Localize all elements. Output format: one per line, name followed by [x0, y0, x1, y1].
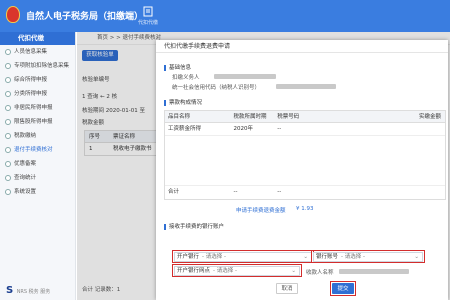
dialog-title: 代扣代缴手续费退费申请 — [156, 40, 448, 53]
table-row: 工资薪金所得 2020年 -- — [165, 123, 445, 136]
sidebar-item-refund-check[interactable]: 退付手续费核对 — [0, 143, 75, 157]
nonresident-icon — [5, 105, 11, 111]
stock-icon — [5, 119, 11, 125]
sidebar-item-categorized[interactable]: 分类所得申报 — [0, 87, 75, 101]
tax-emblem-logo — [6, 6, 20, 23]
toolbar-label: 代扣代缴 — [137, 20, 158, 26]
category-icon — [5, 91, 11, 97]
sidebar-item-restricted-stock[interactable]: 限售股所得申报 — [0, 115, 75, 129]
document-icon — [143, 6, 153, 17]
table-empty-space — [165, 136, 445, 186]
title-bar: 自然人电子税务局（扣缴端） 代扣代缴 — [0, 0, 450, 32]
sidebar-item-personnel[interactable]: 人员信息采集 — [0, 45, 75, 59]
footer-logo: S NRS 税务 服务 — [6, 285, 51, 296]
person-icon — [5, 49, 11, 55]
bank-account-select[interactable]: 银行账号 - 请选择 - ⌄ — [313, 252, 423, 262]
refund-dialog: 代扣代缴手续费退费申请 基础信息 扣缴义务人 统一社会信用代码（纳税人识别号） … — [156, 40, 448, 300]
sidebar-item-nonresident[interactable]: 非居民所得申报 — [0, 101, 75, 115]
withholder-value-redacted — [214, 74, 276, 79]
col-header-ticket-no: 税票号码 — [277, 114, 300, 120]
sidebar-item-tax-payment[interactable]: 税款缴纳 — [0, 129, 75, 143]
sidebar-item-settings[interactable]: 系统设置 — [0, 185, 75, 199]
payment-icon — [5, 133, 11, 139]
col-header-period: 税款所属时期 — [233, 114, 267, 120]
apply-amount-label: 申请手续费退费金额 — [236, 208, 286, 214]
submit-button[interactable]: 提交 — [332, 283, 354, 294]
ticket-table: 品目名称 税款所属时期 税票号码 实缴金额 工资薪金所得 2020年 -- 合计… — [164, 110, 446, 200]
col-header-amount: 实缴金额 — [418, 114, 441, 120]
refund-icon — [5, 147, 11, 153]
query-icon — [5, 175, 11, 181]
toolbar-withholding-button[interactable]: 代扣代缴 — [134, 6, 162, 26]
withholder-label: 扣缴义务人 — [172, 75, 200, 81]
app-title: 自然人电子税务局（扣缴端） — [26, 12, 144, 22]
credit-code-label: 统一社会信用代码（纳税人识别号） — [172, 85, 261, 91]
deduction-icon — [5, 63, 11, 69]
table-total-row: 合计 -- -- — [168, 189, 282, 195]
sidebar-item-query[interactable]: 查询统计 — [0, 171, 75, 185]
chevron-down-icon: ⌄ — [291, 268, 296, 274]
payee-value-redacted — [339, 269, 409, 274]
bank-branch-select[interactable]: 开户银行网点 - 请选择 - ⌄ — [174, 266, 300, 276]
payee-label: 收款人名称 — [306, 270, 334, 276]
apply-amount-value: ¥ 1.93 — [296, 206, 314, 212]
gear-icon — [5, 189, 11, 195]
cancel-button[interactable]: 取消 — [276, 283, 298, 294]
sidebar-item-comprehensive[interactable]: 综合所得申报 — [0, 73, 75, 87]
credit-code-value-redacted — [276, 84, 336, 89]
section-ticket: 票款构成情况 — [164, 98, 202, 106]
preferential-icon — [5, 161, 11, 167]
col-header-item: 品目名称 — [168, 114, 191, 120]
sidebar-header[interactable]: 代扣代缴 — [0, 32, 75, 45]
chevron-down-icon: ⌄ — [303, 254, 308, 260]
report-icon — [5, 77, 11, 83]
bank-open-select[interactable]: 开户银行 - 请选择 - ⌄ — [174, 252, 312, 262]
sidebar: 代扣代缴 人员信息采集 专项附加扣除信息采集 综合所得申报 分类所得申报 非居民… — [0, 32, 76, 300]
section-basic: 基础信息 — [164, 63, 191, 71]
sidebar-item-preferential[interactable]: 优惠备案 — [0, 157, 75, 171]
section-bank: 接收手续费的银行账户 — [164, 222, 224, 230]
sidebar-item-special-deduction[interactable]: 专项附加扣除信息采集 — [0, 59, 75, 73]
chevron-down-icon: ⌄ — [414, 254, 419, 260]
